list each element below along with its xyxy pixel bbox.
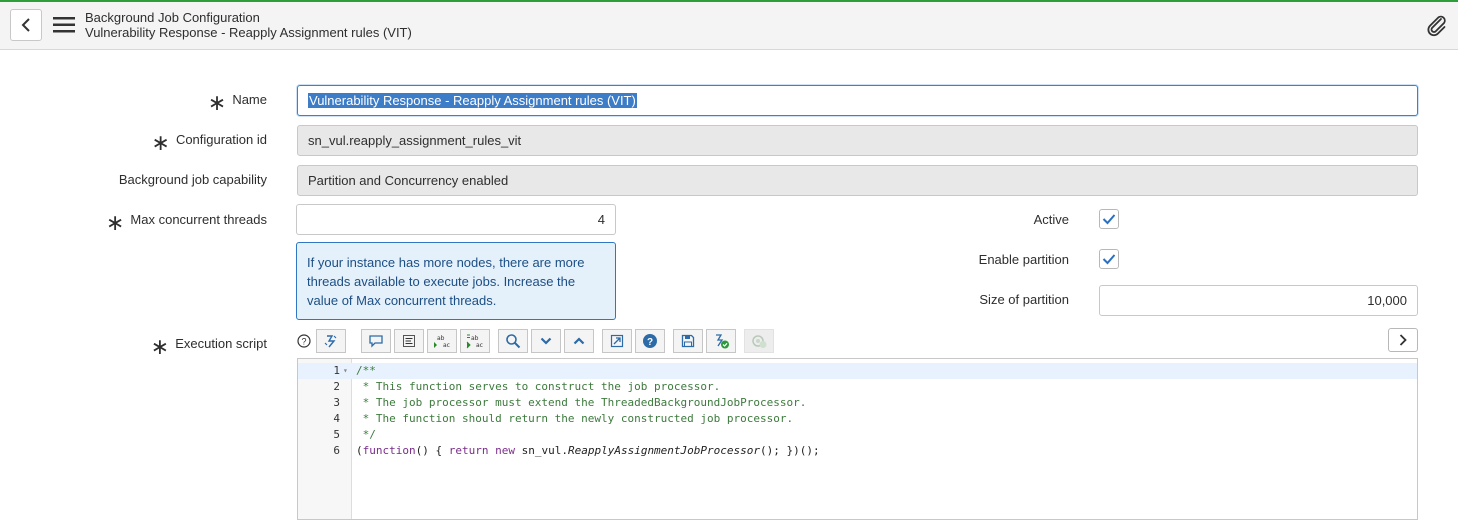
partition-size-label: Size of partition	[979, 292, 1069, 307]
replace-all-icon: ab ac	[466, 334, 483, 349]
script-check-button[interactable]	[706, 329, 736, 353]
debug-icon	[752, 335, 767, 348]
script-help-button[interactable]: ?	[635, 329, 665, 353]
enable-partition-label: Enable partition	[978, 252, 1069, 267]
back-button[interactable]	[10, 9, 42, 41]
format-code-icon	[324, 335, 337, 348]
name-field[interactable]: Vulnerability Response - Reapply Assignm…	[297, 85, 1418, 116]
script-check-icon	[716, 334, 729, 349]
fullscreen-button[interactable]	[602, 329, 632, 353]
capability-label: Background job capability	[118, 172, 267, 187]
code-line: 3 * The job processor must extend the Th…	[333, 396, 807, 409]
capability-value: Partition and Concurrency enabled	[308, 173, 509, 188]
code-line: 1 ▾ /**	[298, 363, 1417, 379]
svg-text:ab: ab	[471, 335, 479, 342]
help-circle-icon: ?	[643, 334, 657, 348]
code-text: (function() { return new sn_vul.ReapplyA…	[356, 444, 820, 457]
record-title: Vulnerability Response - Reapply Assignm…	[85, 25, 412, 40]
replace-button[interactable]: ab ac	[427, 329, 457, 353]
format-code-button[interactable]	[316, 329, 346, 353]
execution-script-label: ∗ Execution script	[150, 334, 267, 359]
enable-partition-checkbox[interactable]	[1099, 249, 1119, 269]
chevron-down-icon	[540, 337, 552, 345]
svg-text:ab: ab	[437, 335, 445, 342]
script-editor[interactable]: 1 ▾ /** 2 * This function serves to cons…	[297, 358, 1418, 520]
search-icon	[506, 334, 521, 349]
save-icon	[681, 334, 695, 348]
chevron-left-icon	[21, 18, 30, 32]
page-title: Background Job Configuration	[85, 10, 260, 25]
format-block-icon	[403, 335, 415, 347]
form-header: Background Job Configuration Vulnerabili…	[0, 2, 1458, 50]
save-button[interactable]	[673, 329, 703, 353]
fold-arrow-icon[interactable]: ▾	[343, 363, 348, 379]
comment-button[interactable]	[361, 329, 391, 353]
config-id-label: ∗ Configuration id	[151, 130, 268, 155]
svg-text:ac: ac	[443, 342, 450, 349]
svg-text:ac: ac	[476, 342, 483, 349]
code-line: 6 (function() { return new sn_vul.Reappl…	[333, 444, 820, 457]
checkmark-icon	[1102, 214, 1116, 225]
replace-all-button[interactable]: ab ac	[460, 329, 490, 353]
config-id-field: sn_vul.reapply_assignment_rules_vit	[297, 125, 1418, 156]
expand-panel-button[interactable]	[1388, 328, 1418, 352]
partition-size-value: 10,000	[1367, 293, 1407, 308]
chevron-up-icon	[573, 337, 585, 345]
code-line: 2 * This function serves to construct th…	[333, 380, 721, 393]
svg-text:?: ?	[647, 337, 653, 348]
chevron-right-icon	[1399, 334, 1407, 346]
required-icon: ∗	[207, 90, 227, 115]
code-line: 4 * The function should return the newly…	[333, 412, 794, 425]
hamburger-icon[interactable]	[53, 16, 75, 34]
comment-icon	[369, 335, 383, 348]
active-label: Active	[1033, 212, 1069, 227]
capability-field: Partition and Concurrency enabled	[297, 165, 1418, 196]
required-icon: ∗	[151, 130, 170, 155]
name-label: ∗ Name	[207, 90, 267, 115]
debug-button	[744, 329, 774, 353]
replace-icon: ab ac	[434, 335, 450, 349]
required-icon: ∗	[150, 334, 170, 359]
find-next-button[interactable]	[531, 329, 561, 353]
search-button[interactable]	[498, 329, 528, 353]
config-id-value: sn_vul.reapply_assignment_rules_vit	[308, 133, 522, 148]
active-checkbox[interactable]	[1099, 209, 1119, 229]
name-value: Vulnerability Response - Reapply Assignm…	[308, 93, 637, 108]
format-block-button[interactable]	[394, 329, 424, 353]
header-titles: Background Job Configuration Vulnerabili…	[85, 10, 412, 40]
fullscreen-icon	[610, 334, 624, 348]
find-previous-button[interactable]	[564, 329, 594, 353]
help-icon[interactable]: ?	[297, 334, 311, 348]
paperclip-icon[interactable]	[1425, 14, 1449, 38]
checkmark-icon	[1102, 254, 1116, 265]
code-line: 5 */	[333, 428, 376, 441]
svg-text:?: ?	[301, 337, 306, 347]
partition-size-field[interactable]: 10,000	[1099, 285, 1418, 316]
